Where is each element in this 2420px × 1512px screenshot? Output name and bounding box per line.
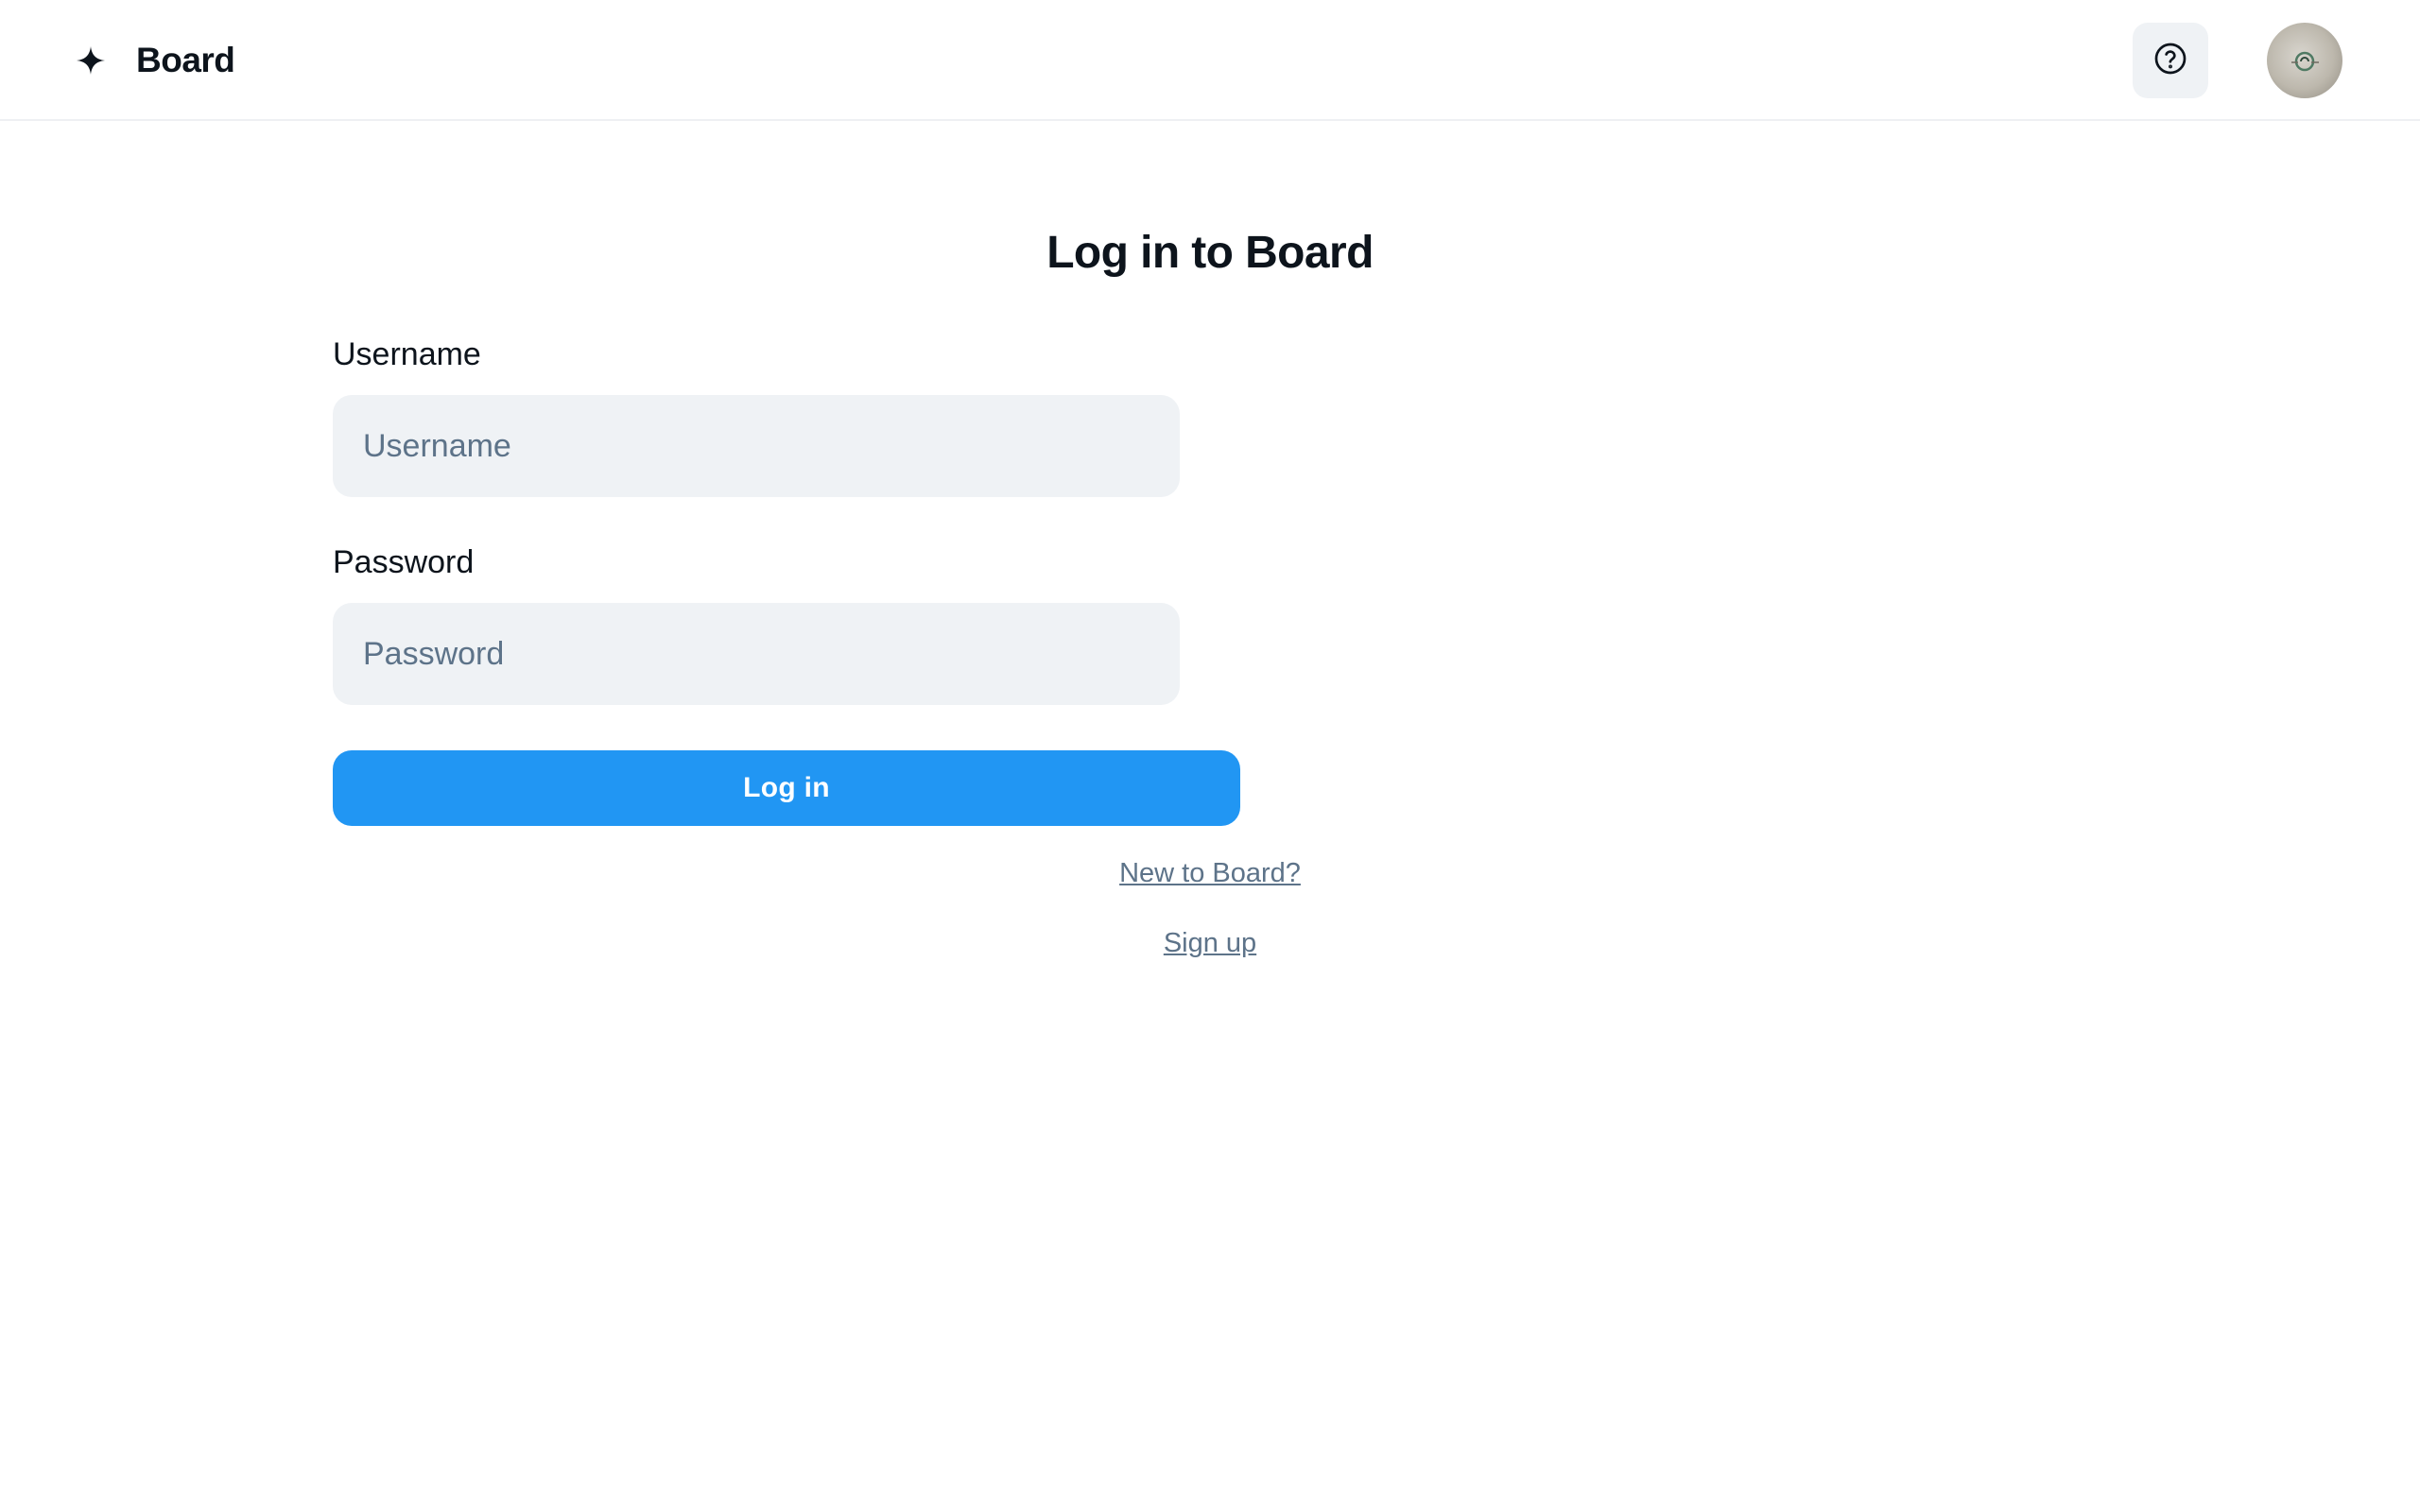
password-label: Password	[333, 544, 475, 580]
help-button[interactable]	[2133, 23, 2208, 98]
brand[interactable]: Board	[74, 34, 235, 87]
help-circle-icon	[2153, 42, 2187, 80]
login-button[interactable]: Log in	[333, 750, 1240, 826]
top-navigation-bar: Board	[0, 0, 2420, 121]
new-to-board-link[interactable]: New to Board?	[1119, 858, 1301, 888]
new-user-prompt: New to Board?	[0, 858, 2420, 889]
username-label: Username	[333, 336, 481, 372]
password-input[interactable]	[333, 603, 1180, 705]
avatar-image	[2291, 51, 2319, 72]
sparkle-icon	[74, 43, 108, 77]
brand-title: Board	[136, 41, 235, 79]
page-title: Log in to Board	[1046, 228, 1374, 278]
signup-prompt: Sign up	[0, 928, 2420, 959]
sign-up-link[interactable]: Sign up	[1164, 928, 1256, 958]
username-input[interactable]	[333, 395, 1180, 497]
user-avatar[interactable]	[2267, 23, 2342, 98]
